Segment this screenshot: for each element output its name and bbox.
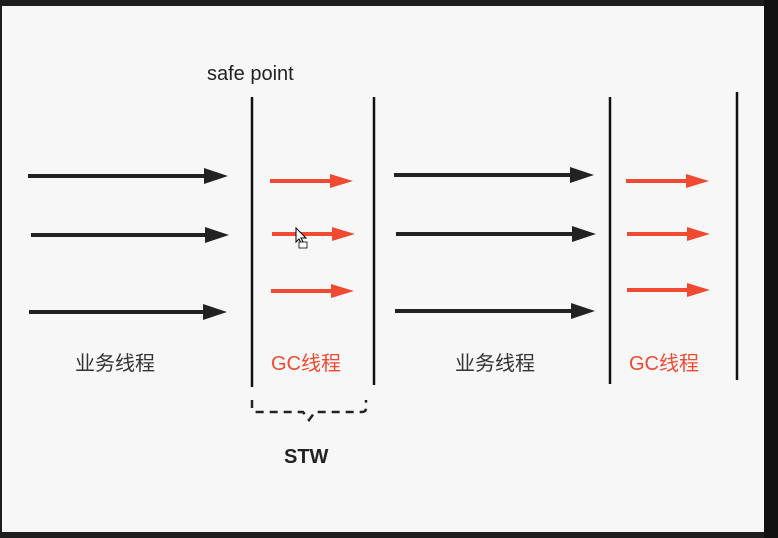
mouse-cursor-icon — [295, 226, 308, 249]
gc-thread-label-1: GC线程 — [271, 352, 341, 375]
business-arrowhead-1-1 — [204, 168, 228, 184]
gc-arrowhead-1-1 — [330, 174, 353, 188]
business-arrowhead-2-1 — [570, 167, 594, 183]
gc-arrowhead-2-2 — [687, 227, 710, 241]
gc-arrowhead-1-3 — [331, 284, 354, 298]
gc-thread-label-2: GC线程 — [629, 352, 699, 375]
gc-arrows-group-2 — [626, 174, 710, 297]
safe-point-label: safe point — [207, 63, 294, 85]
business-arrows-group-1 — [28, 168, 229, 320]
business-arrows-group-2 — [394, 167, 596, 319]
business-arrowhead-1-3 — [203, 304, 227, 320]
gc-arrows-group-1 — [270, 174, 355, 298]
screen-frame: safe point 业务线程 GC线程 业务线程 GC线程 STW — [0, 0, 778, 538]
stw-label: STW — [284, 446, 329, 468]
gc-arrowhead-2-1 — [686, 174, 709, 188]
business-arrowhead-2-3 — [571, 303, 595, 319]
business-thread-label-2: 业务线程 — [455, 352, 535, 375]
business-thread-label-1: 业务线程 — [75, 352, 155, 375]
gc-arrowhead-1-2 — [332, 227, 355, 241]
business-arrowhead-1-2 — [205, 227, 229, 243]
business-arrowhead-2-2 — [572, 226, 596, 242]
stw-diagram: safe point 业务线程 GC线程 业务线程 GC线程 STW — [28, 63, 739, 468]
stw-brace — [250, 400, 368, 423]
gc-arrowhead-2-3 — [687, 283, 710, 297]
